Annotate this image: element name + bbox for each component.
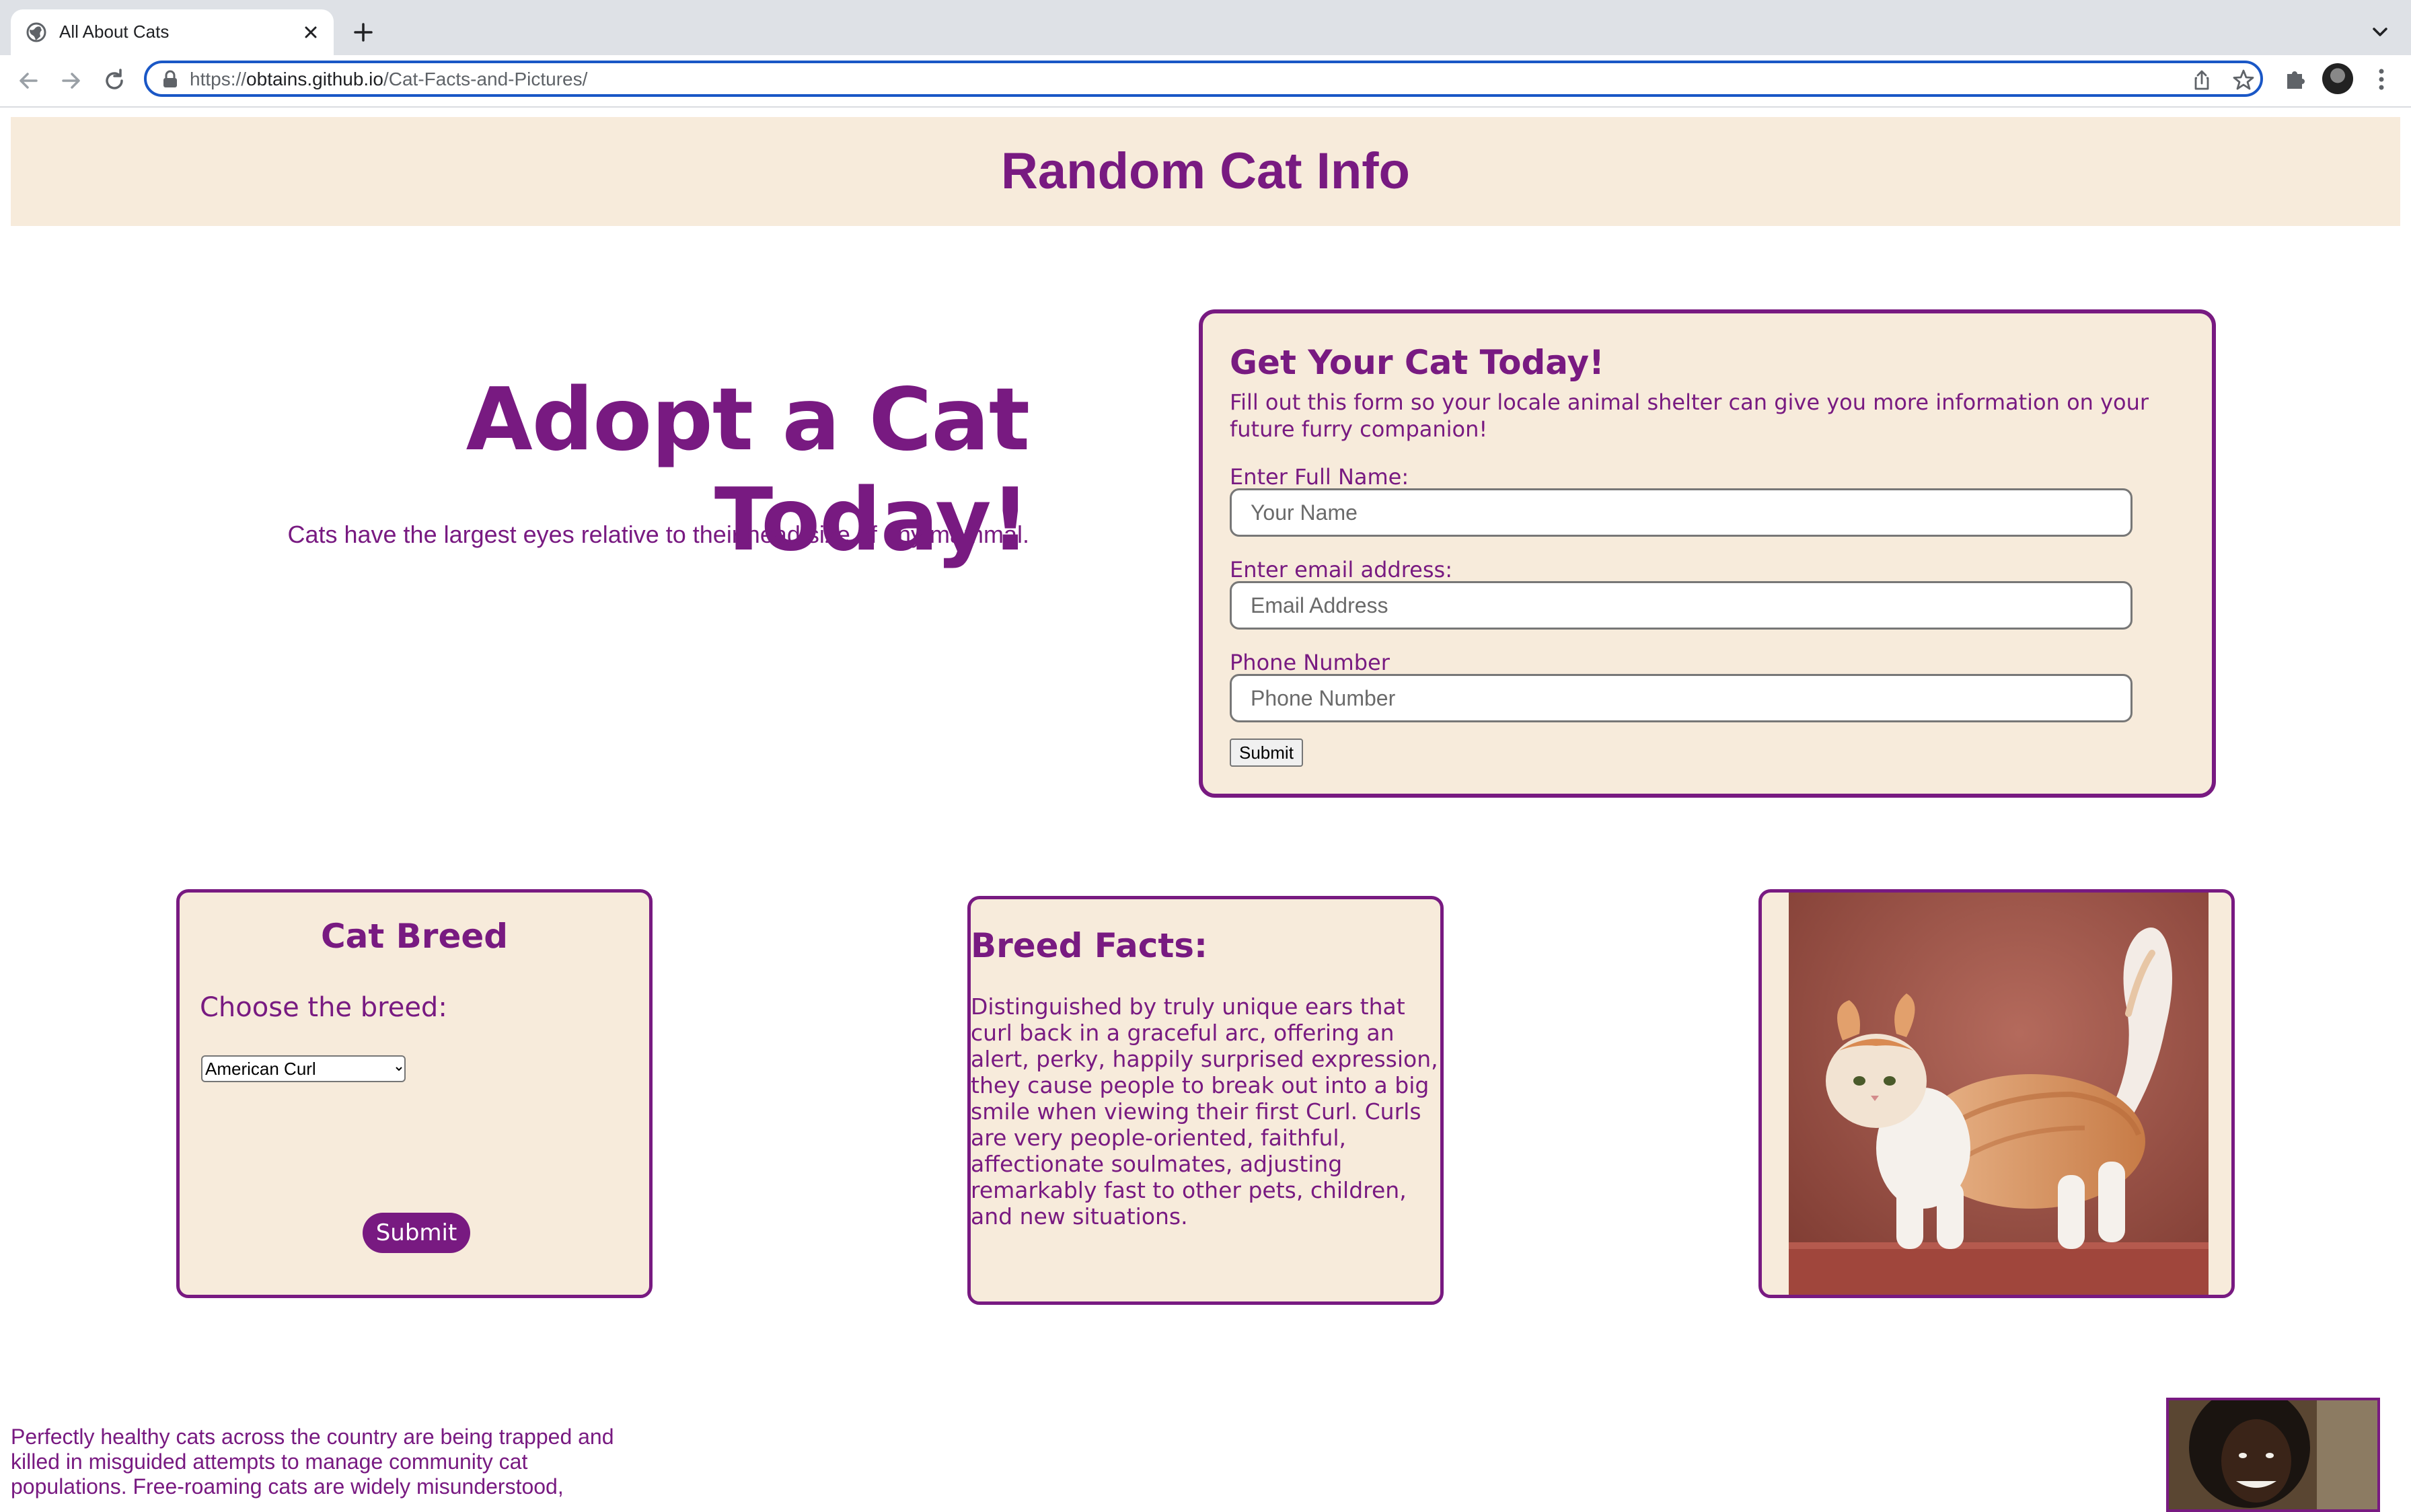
form-submit-button[interactable]: Submit	[1230, 739, 1303, 767]
forward-arrow-icon[interactable]	[57, 66, 86, 96]
email-label: Enter email address:	[1230, 557, 1452, 582]
url-path: /Cat-Facts-and-Pictures/	[383, 69, 588, 89]
web-page: Random Cat Info Adopt a Cat Today! Cats …	[0, 108, 2411, 1512]
url-host: obtains.github.io	[246, 69, 383, 89]
advocacy-text: Perfectly healthy cats across the countr…	[11, 1425, 614, 1499]
url-text: https://obtains.github.io/Cat-Facts-and-…	[190, 69, 587, 90]
more-vertical-icon[interactable]	[2367, 65, 2396, 94]
person-photo	[2169, 1400, 2377, 1509]
breed-card-title: Cat Breed	[320, 917, 509, 956]
browser-toolbar: https://obtains.github.io/Cat-Facts-and-…	[0, 55, 2411, 108]
breed-facts-title: Breed Facts:	[971, 926, 1208, 965]
plus-icon[interactable]	[351, 20, 375, 44]
breed-prompt: Choose the breed:	[200, 992, 447, 1023]
phone-label: Phone Number	[1230, 650, 1390, 675]
browser-chrome: All About Cats https://obtains.github.io…	[0, 0, 2411, 108]
breed-facts-text: Distinguished by truly unique ears that …	[971, 993, 1438, 1230]
lock-icon[interactable]	[161, 70, 179, 89]
form-title: Get Your Cat Today!	[1230, 343, 1604, 382]
breed-select[interactable]: American Curl	[201, 1055, 406, 1082]
email-input[interactable]	[1230, 581, 2132, 630]
breed-facts-card: Breed Facts: Distinguished by truly uniq…	[967, 896, 1444, 1305]
adopt-form-card: Get Your Cat Today! Fill out this form s…	[1199, 309, 2216, 798]
form-description: Fill out this form so your locale animal…	[1230, 389, 2149, 442]
american-curl-cat-image	[1789, 893, 2209, 1295]
breed-picker-card: Cat Breed Choose the breed: American Cur…	[176, 889, 653, 1298]
name-input[interactable]	[1230, 488, 2132, 537]
reload-icon[interactable]	[100, 66, 129, 96]
url-scheme: https://	[190, 69, 247, 89]
person-thumbnail-image	[2166, 1398, 2380, 1512]
cat-photo	[1789, 893, 2209, 1295]
name-label: Enter Full Name:	[1230, 464, 1409, 490]
browser-tab[interactable]: All About Cats	[11, 9, 334, 55]
back-arrow-icon[interactable]	[13, 66, 43, 96]
globe-icon	[26, 22, 46, 42]
tab-title: All About Cats	[59, 22, 170, 42]
profile-avatar[interactable]	[2322, 63, 2353, 94]
breed-photo-card	[1758, 889, 2235, 1298]
star-icon[interactable]	[2232, 69, 2255, 91]
address-bar[interactable]: https://obtains.github.io/Cat-Facts-and-…	[144, 61, 2263, 97]
site-title: Random Cat Info	[1001, 143, 1410, 200]
close-icon[interactable]	[300, 22, 322, 43]
phone-input[interactable]	[1230, 674, 2132, 722]
chevron-down-icon[interactable]	[2368, 20, 2392, 44]
breed-submit-button[interactable]: Submit	[363, 1213, 470, 1253]
tab-strip: All About Cats	[0, 0, 2411, 55]
share-icon[interactable]	[2190, 69, 2213, 91]
site-header: Random Cat Info	[11, 117, 2400, 226]
extensions-puzzle-icon[interactable]	[2280, 65, 2310, 94]
hero-fact: Cats have the largest eyes relative to t…	[287, 521, 1029, 548]
